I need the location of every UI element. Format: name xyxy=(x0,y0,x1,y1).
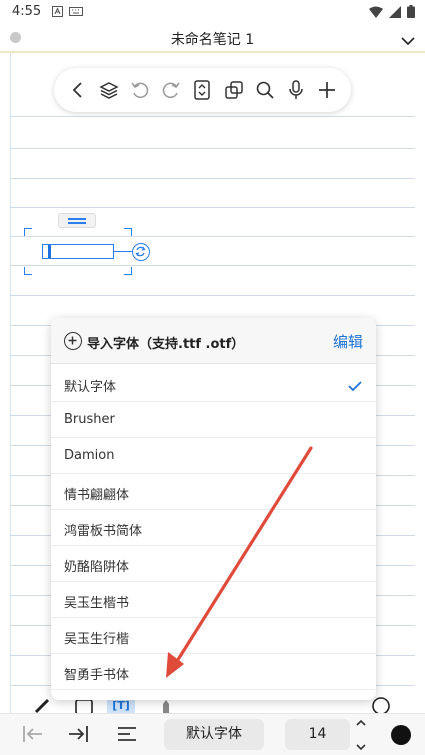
font-size-field[interactable]: 14 xyxy=(285,719,350,750)
annotation-arrow xyxy=(166,446,313,678)
align-icon[interactable] xyxy=(117,723,137,749)
bottom-format-bar: 默认字体 14 xyxy=(0,713,425,755)
font-name-button[interactable]: 默认字体 xyxy=(164,719,264,750)
font-size-stepper[interactable] xyxy=(354,718,368,752)
move-to-start-icon[interactable] xyxy=(22,723,44,749)
move-to-end-icon[interactable] xyxy=(67,723,89,749)
text-color-swatch[interactable] xyxy=(391,725,411,745)
